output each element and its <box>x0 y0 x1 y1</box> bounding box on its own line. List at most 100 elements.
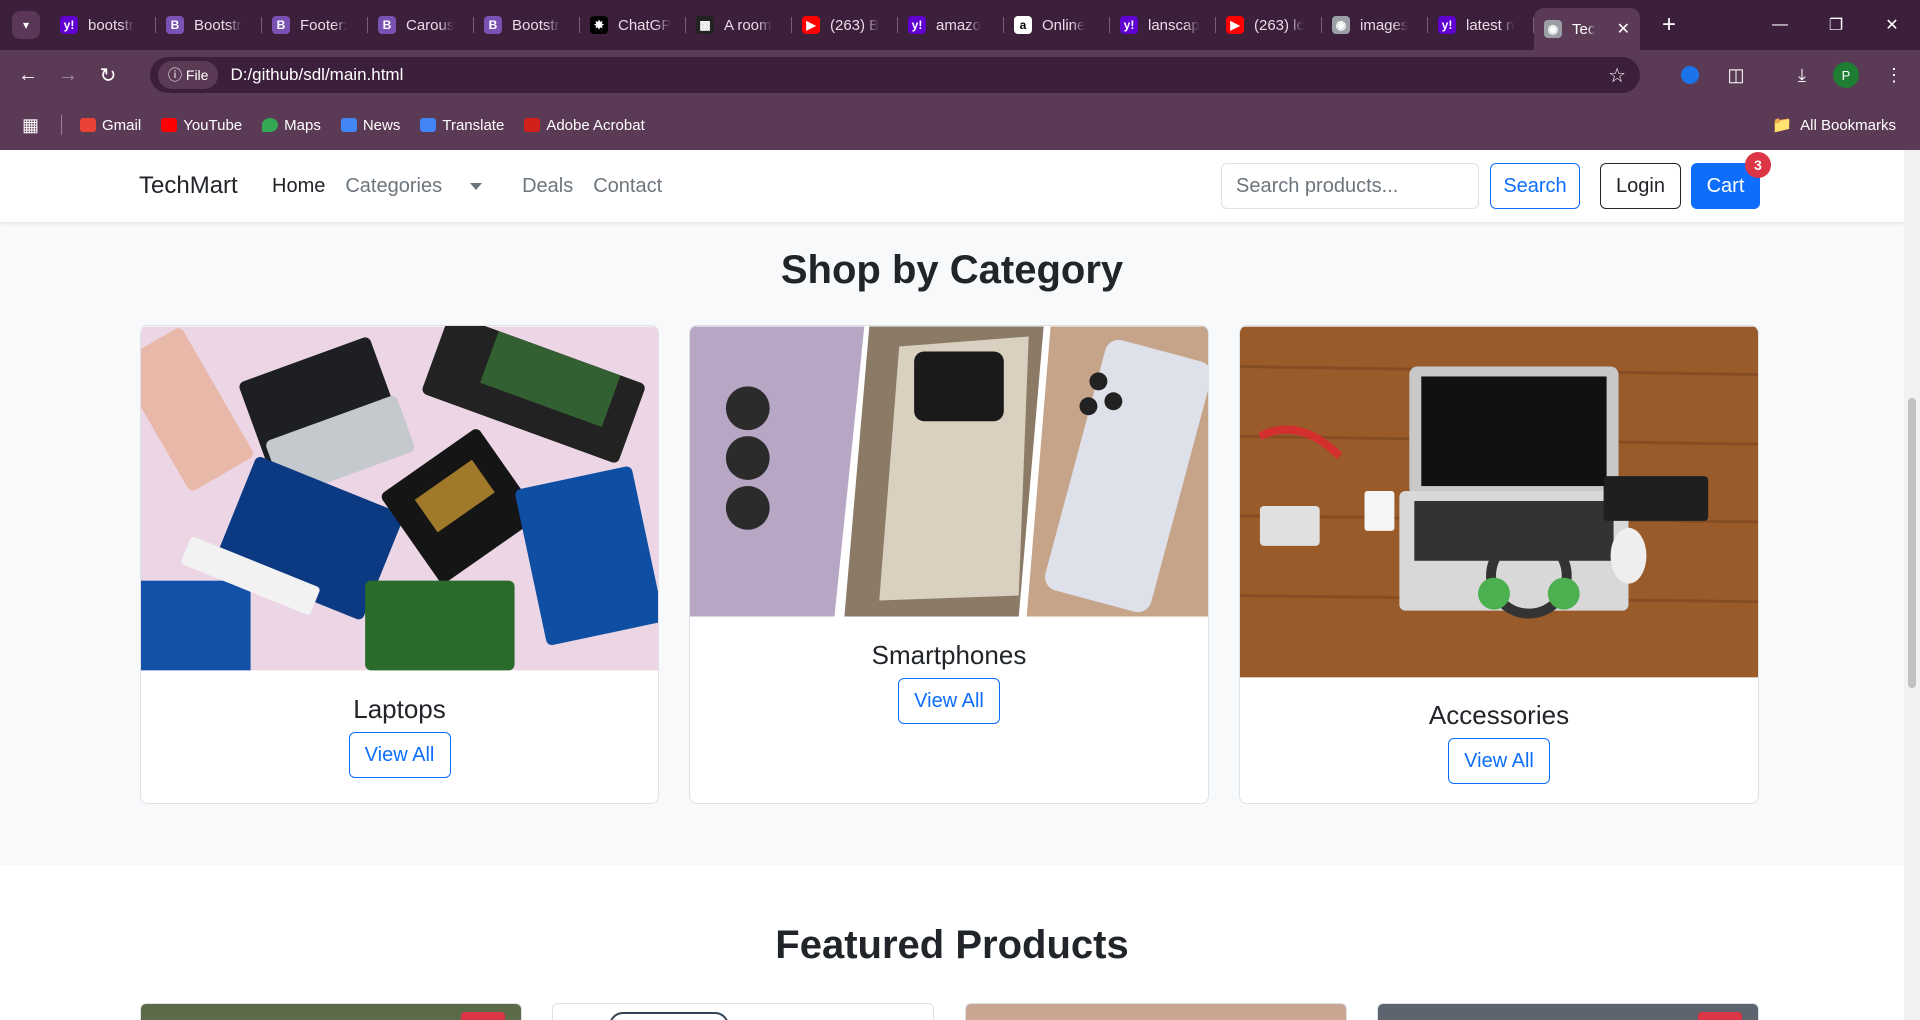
product-image <box>609 1012 729 1020</box>
laptops-image <box>141 326 658 671</box>
nav-home[interactable]: Home <box>272 175 325 198</box>
nav-contact[interactable]: Contact <box>593 175 662 198</box>
minimize-icon[interactable]: — <box>1752 0 1808 50</box>
browser-tab[interactable]: B Bootstr <box>156 8 262 42</box>
nav-deals[interactable]: Deals <box>522 175 573 198</box>
globe-icon: ◉ <box>1544 20 1562 38</box>
reload-icon[interactable]: ↻ <box>88 63 128 88</box>
category-card-laptops: Laptops View All <box>140 325 659 804</box>
login-button[interactable]: Login <box>1600 163 1681 209</box>
tab-title: bootstr <box>88 16 134 34</box>
downloads-icon[interactable]: ⤓ <box>1782 50 1822 100</box>
extension-icon[interactable] <box>1670 50 1710 100</box>
browser-tab[interactable]: B Carous <box>368 8 474 42</box>
browser-tab[interactable]: y! bootstr <box>50 8 156 42</box>
brand-logo[interactable]: TechMart <box>139 172 238 200</box>
folder-icon: 📁 <box>1772 117 1793 134</box>
category-name: Laptops <box>353 694 446 724</box>
tab-title: lanscap <box>1148 16 1200 34</box>
tab-title: Bootstr <box>512 16 560 34</box>
category-name: Accessories <box>1428 700 1570 730</box>
browser-tab[interactable]: y! lanscap <box>1110 8 1216 42</box>
tab-search-icon[interactable]: ▾ <box>12 11 40 39</box>
youtube-icon: ▶ <box>802 16 820 34</box>
url-text[interactable]: D:/github/sdl/main.html <box>230 65 403 85</box>
bookmark-star-icon[interactable]: ☆ <box>1608 63 1626 88</box>
chatgpt-icon: ✸ <box>590 16 608 34</box>
bookmark-news[interactable]: News <box>340 116 401 134</box>
apps-grid-icon[interactable]: ▦ <box>22 115 39 136</box>
category-name: Smartphones <box>871 640 1027 670</box>
page-scrollbar[interactable] <box>1904 150 1920 1020</box>
all-bookmarks[interactable]: 📁 All Bookmarks <box>1772 115 1896 135</box>
bootstrap-icon: B <box>378 16 396 34</box>
nav-categories-dropdown[interactable]: Categories <box>345 175 502 198</box>
search-button[interactable]: Search <box>1490 163 1580 209</box>
window-controls: — ❐ ✕ <box>1752 0 1920 50</box>
nav-categories-label: Categories <box>345 175 443 197</box>
browser-tab[interactable]: ▶ (263) lc <box>1216 8 1322 42</box>
youtube-icon: ▶ <box>1226 16 1244 34</box>
search-input[interactable] <box>1221 163 1479 209</box>
browser-tab[interactable]: B Bootstr <box>474 8 580 42</box>
new-tab-icon[interactable]: + <box>1654 11 1684 39</box>
product-card[interactable] <box>552 1003 934 1020</box>
view-all-accessories-button[interactable]: View All <box>1448 738 1550 784</box>
scrollbar-thumb[interactable] <box>1908 398 1916 688</box>
tab-title: Carous <box>406 16 455 34</box>
page-viewport: TechMart Home Categories Deals Contact S… <box>0 150 1904 1020</box>
amazon-icon: a <box>1014 16 1032 34</box>
bootstrap-icon: B <box>166 16 184 34</box>
view-all-smartphones-button[interactable]: View All <box>898 678 1000 724</box>
close-tab-icon[interactable]: ✕ <box>1617 19 1630 39</box>
bookmark-label: YouTube <box>183 116 243 134</box>
accessories-image <box>1240 326 1758 678</box>
product-card[interactable] <box>965 1003 1347 1020</box>
browser-tab[interactable]: y! latest n <box>1428 8 1534 42</box>
translate-icon <box>420 118 437 132</box>
address-bar[interactable]: ⓘ File D:/github/sdl/main.html ☆ <box>150 57 1640 93</box>
browser-tab[interactable]: ◉ images <box>1322 8 1428 42</box>
nav-links: Home Categories Deals Contact <box>272 175 682 198</box>
cart-count-badge: 3 <box>1745 152 1771 178</box>
browser-tab[interactable]: ✸ ChatGP <box>580 8 686 42</box>
menu-kebab-icon[interactable]: ⋮ <box>1874 50 1914 100</box>
tab-title: amazo <box>936 16 982 34</box>
product-card[interactable] <box>1377 1003 1759 1020</box>
browser-tab[interactable]: ▶ (263) B <box>792 8 898 42</box>
bookmark-youtube[interactable]: YouTube <box>161 117 242 134</box>
browser-tab[interactable]: ◉ Tec ✕ <box>1534 8 1640 50</box>
tab-title: (263) B <box>830 16 880 34</box>
tab-title: images <box>1360 16 1409 34</box>
bookmark-label: News <box>362 116 401 134</box>
restore-icon[interactable]: ❐ <box>1808 0 1864 50</box>
site-info-chip[interactable]: ⓘ File <box>158 61 219 89</box>
view-all-laptops-button[interactable]: View All <box>348 732 451 778</box>
youtube-icon <box>161 118 178 132</box>
bookmark-gmail[interactable]: Gmail <box>80 117 141 134</box>
product-card[interactable] <box>140 1003 522 1020</box>
bookmark-translate[interactable]: Translate <box>420 117 504 134</box>
image-icon: ▩ <box>696 16 714 34</box>
back-icon[interactable]: ← <box>8 64 48 87</box>
browser-tab[interactable]: a Online <box>1004 8 1110 42</box>
bookmark-label: Maps <box>284 116 321 134</box>
category-section-title: Shop by Category <box>780 248 1124 292</box>
browser-tab[interactable]: ▩ A room <box>686 8 792 42</box>
profile-avatar[interactable]: P <box>1826 50 1866 100</box>
product-badge <box>461 1012 505 1020</box>
extensions-puzzle-icon[interactable]: ◫ <box>1716 50 1756 100</box>
browser-tab[interactable]: y! amazo <box>898 8 1004 42</box>
bookmark-adobe-acrobat[interactable]: Adobe Acrobat <box>524 117 645 134</box>
yahoo-icon: y! <box>1438 16 1456 34</box>
address-toolbar: ← → ↻ ⓘ File D:/github/sdl/main.html ☆ ◫… <box>0 50 1920 100</box>
bookmark-maps[interactable]: Maps <box>262 117 321 134</box>
browser-tab[interactable]: B Footer: <box>262 8 368 42</box>
product-badge <box>1698 1012 1742 1020</box>
all-bookmarks-label: All Bookmarks <box>1800 116 1896 134</box>
globe-icon: ◉ <box>1332 16 1350 34</box>
tab-title: A room <box>724 16 772 34</box>
bookmark-label: Gmail <box>102 116 142 134</box>
close-window-icon[interactable]: ✕ <box>1864 0 1920 50</box>
forward-icon[interactable]: → <box>48 64 88 87</box>
